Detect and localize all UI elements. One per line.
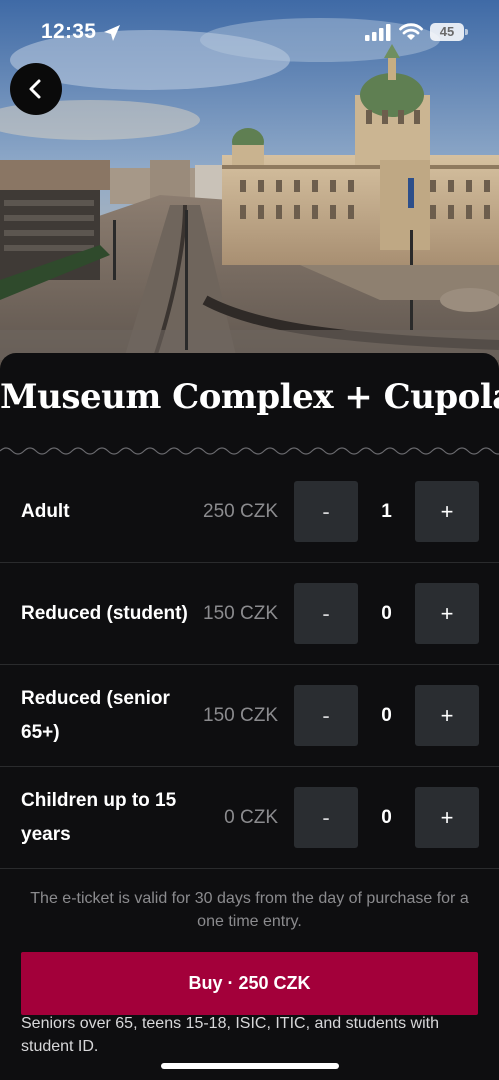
increase-button[interactable]: + [415,685,479,746]
quantity-value: 1 [381,501,392,522]
ticket-type-label: Reduced (student) [21,603,188,624]
buy-button[interactable]: Buy · 250 CZK [21,952,478,1015]
home-indicator[interactable] [161,1063,339,1069]
location-arrow-icon [104,25,120,41]
back-button[interactable] [10,63,62,115]
quantity-value: 0 [381,807,392,828]
ticket-price: 150 CZK [203,705,278,726]
decrease-button[interactable]: - [294,685,358,746]
increase-button[interactable]: + [415,787,479,848]
decrease-button[interactable]: - [294,787,358,848]
status-bar: 12:35 45 [0,0,499,64]
decrease-button[interactable]: - [294,481,358,542]
page-title: Museum Complex + Cupola [0,377,499,417]
ticket-sheet: Museum Complex + Cupola Adult 250 CZK - … [0,353,499,1080]
ticket-type-label: Reduced (senior 65+) [21,688,170,743]
battery-level: 45 [439,24,455,39]
ticket-price: 250 CZK [203,501,278,522]
ticket-price: 150 CZK [203,603,278,624]
ticket-type-label: Adult [21,501,70,522]
row-divider [0,868,499,869]
quantity-value: 0 [381,705,392,726]
ticket-price: 0 CZK [224,807,278,828]
decrease-button[interactable]: - [294,583,358,644]
battery-tip [465,29,468,35]
discount-note: Seniors over 65, teens 15-18, ISIC, ITIC… [21,1015,439,1055]
validity-text: The e-ticket is valid for 30 days from t… [30,890,469,930]
status-time: 12:35 [41,20,97,43]
wave-divider [0,447,499,455]
wifi-icon [399,23,423,40]
ticket-type-label: Children up to 15 years [21,790,177,845]
battery-indicator: 45 [430,23,464,41]
chevron-left-icon [29,79,41,99]
ticket-row-adult: Adult 250 CZK - 1 + [0,461,499,563]
quantity-value: 0 [381,603,392,624]
increase-button[interactable]: + [415,583,479,644]
ticket-row-student: Reduced (student) 150 CZK - 0 + [0,563,499,665]
ticket-row-children: Children up to 15 years 0 CZK - 0 + [0,767,499,869]
signal-icon [365,24,391,41]
ticket-row-senior: Reduced (senior 65+) 150 CZK - 0 + [0,665,499,767]
increase-button[interactable]: + [415,481,479,542]
